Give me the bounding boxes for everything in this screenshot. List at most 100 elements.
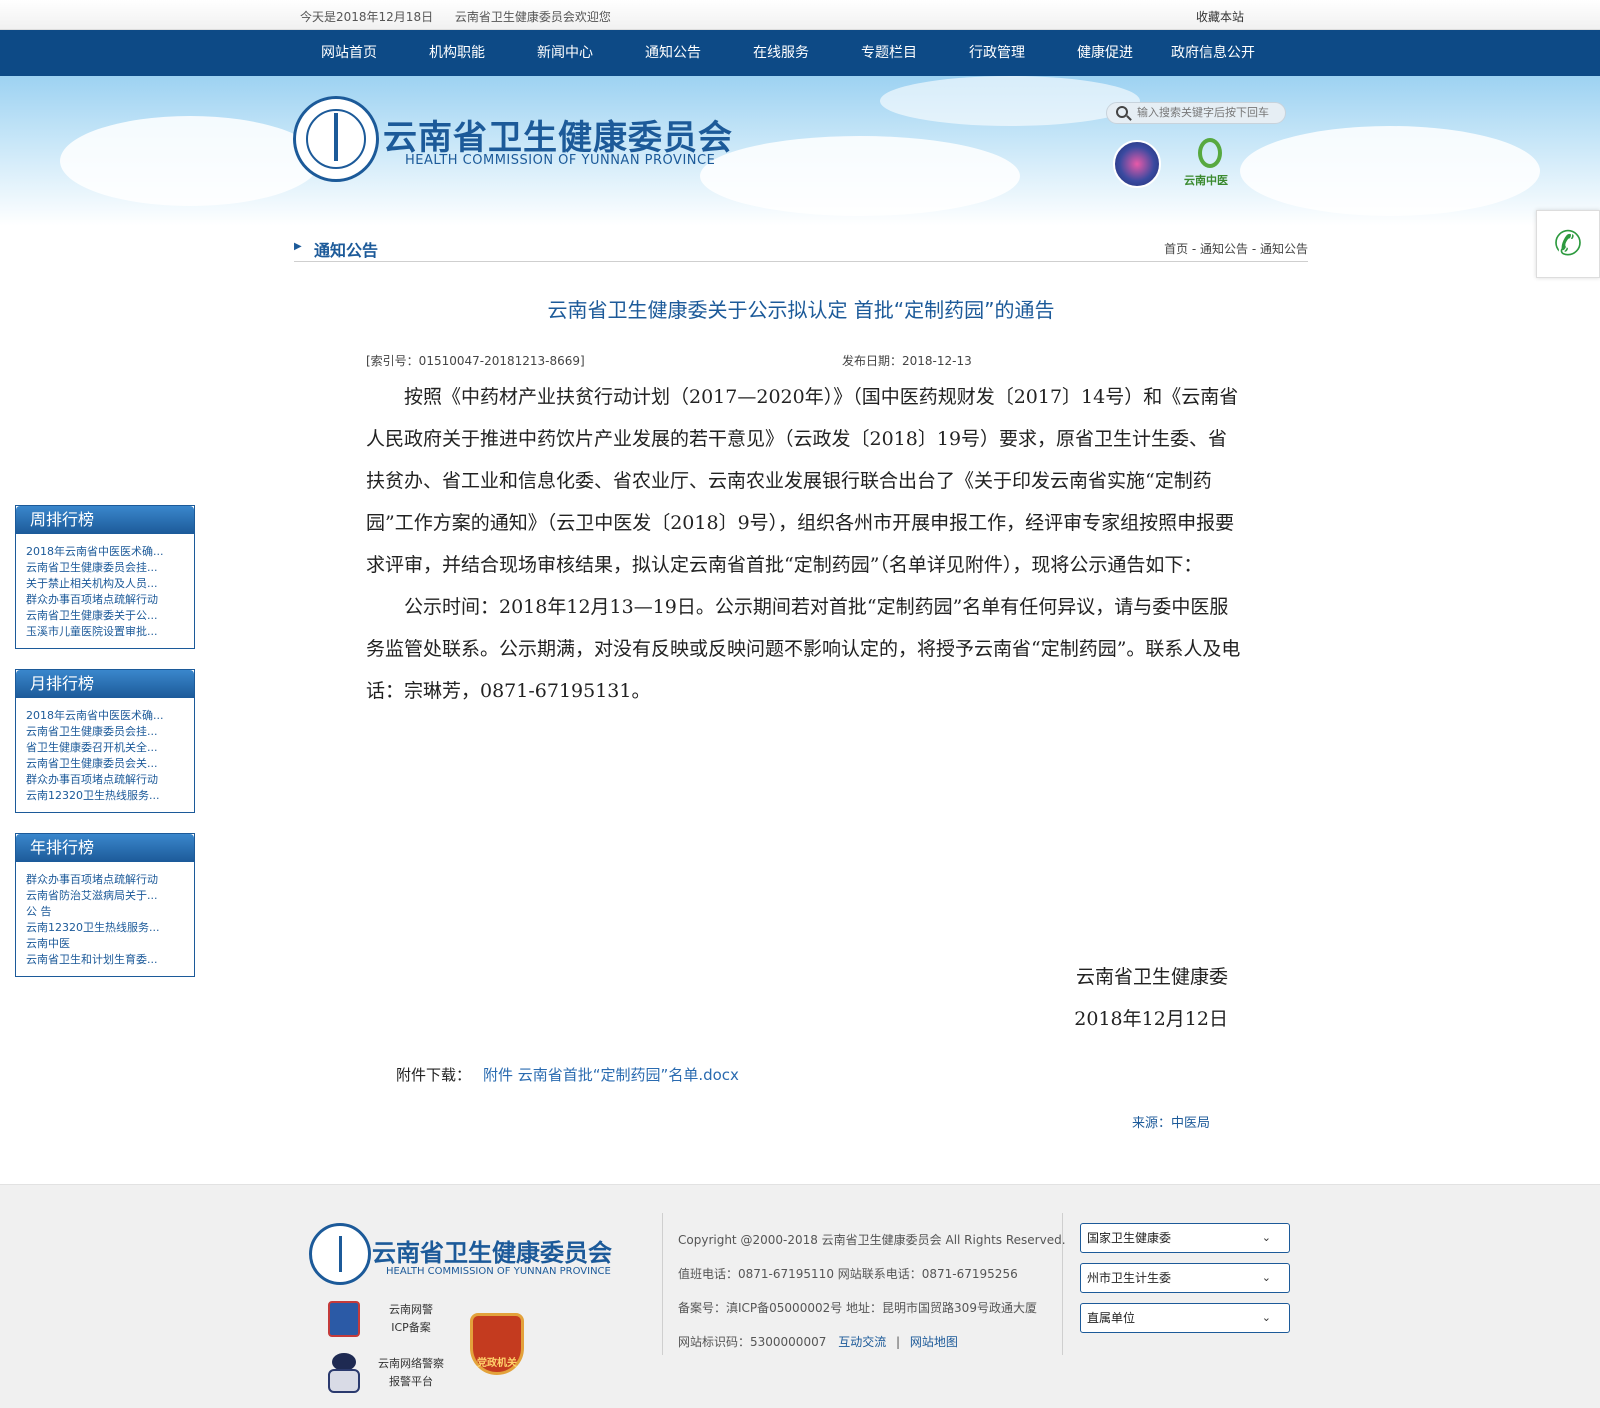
police-report-label-line: 云南网络警察: [378, 1357, 444, 1370]
article-paragraph: 公示时间：2018年12月13—19日。公示期间若对首批“定制药园”名单有任何异…: [366, 596, 1241, 702]
affiliated-units-select[interactable]: 直属单位 ⌄: [1080, 1303, 1290, 1333]
bookmark-link[interactable]: 收藏本站: [1196, 8, 1244, 25]
nav-item-health[interactable]: 健康促进: [1051, 30, 1159, 76]
cloud-decoration: [700, 136, 1020, 216]
footer-links-row: 网站标识码：5300000007 互动交流 | 网站地图: [678, 1333, 958, 1350]
search-icon[interactable]: [1116, 106, 1128, 118]
top-bar: 今天是2018年12月18日 云南省卫生健康委员会欢迎您 收藏本站: [0, 0, 1600, 30]
footer-seal-icon: [309, 1223, 371, 1285]
national-health-select[interactable]: 国家卫生健康委 ⌄: [1080, 1223, 1290, 1253]
chevron-down-icon: ⌄: [1261, 1311, 1271, 1324]
cloud-decoration: [60, 116, 320, 206]
list-item[interactable]: 关于禁止相关机构及人员...: [26, 576, 184, 592]
weekly-ranking: 周排行榜 2018年云南省中医医术确... 云南省卫生健康委员会挂... 关于禁…: [15, 505, 195, 649]
list-item[interactable]: 云南省卫生健康委关于公...: [26, 608, 184, 624]
index-number: [索引号：01510047-20181213-8669]: [366, 354, 585, 368]
breadcrumb[interactable]: 首页 - 通知公告 - 通知公告: [1164, 240, 1308, 257]
article-paragraph: 按照《中药材产业扶贫行动计划（2017—2020年）》（国中医药规财发〔2017…: [366, 386, 1239, 576]
yearly-ranking: 年排行榜 群众办事百项堵点疏解行动 云南省防治艾滋病局关于... 公 告 云南1…: [15, 833, 195, 977]
welcome-text: 云南省卫生健康委员会欢迎您: [454, 10, 611, 24]
list-item[interactable]: 群众办事百项堵点疏解行动: [26, 592, 184, 608]
attachment-label: 附件下载：: [396, 1066, 472, 1084]
health-logo-icon[interactable]: [1113, 140, 1161, 188]
nav-item-home[interactable]: 网站首页: [295, 30, 403, 76]
footer-site-id: 网站标识码：5300000007: [678, 1335, 827, 1349]
list-item[interactable]: 云南中医: [26, 936, 184, 952]
list-item[interactable]: 2018年云南省中医医术确...: [26, 544, 184, 560]
list-item[interactable]: 云南省卫生健康委员会挂...: [26, 724, 184, 740]
monthly-ranking: 月排行榜 2018年云南省中医医术确... 云南省卫生健康委员会挂... 省卫生…: [15, 669, 195, 813]
cloud-decoration: [880, 76, 1140, 126]
footer-icp: 备案号：滇ICP备05000002号 地址：昆明市国贸路309号政通大厦: [678, 1301, 1037, 1315]
cloud-decoration: [1240, 126, 1540, 216]
yunnan-tcm-logo-icon[interactable]: 云南中医: [1180, 138, 1240, 190]
prefecture-health-select[interactable]: 州市卫生计生委 ⌄: [1080, 1263, 1290, 1293]
footer-org-name-en: HEALTH COMMISSION OF YUNNAN PROVINCE: [386, 1266, 611, 1277]
footer-org-name: 云南省卫生健康委员会: [372, 1239, 612, 1267]
cyber-police-label[interactable]: 云南网警 ICP备案: [378, 1301, 444, 1337]
main-nav: 网站首页 机构职能 新闻中心 通知公告 在线服务 专题栏目 行政管理 健康促进 …: [0, 30, 1600, 76]
article-body: 按照《中药材产业扶贫行动计划（2017—2020年）》（国中医药规财发〔2017…: [366, 376, 1246, 712]
breadcrumb-bar: ▶ 通知公告 首页 - 通知公告 - 通知公告: [294, 232, 1308, 262]
list-item[interactable]: 云南12320卫生热线服务...: [26, 788, 184, 804]
footer-phones: 值班电话：0871-67195110 网站联系电话：0871-67195256: [678, 1267, 1018, 1281]
article-source: 来源：中医局: [1132, 1116, 1211, 1131]
list-item[interactable]: 玉溪市儿童医院设置审批...: [26, 624, 184, 640]
section-title: 通知公告: [314, 241, 379, 260]
chevron-down-icon: ⌄: [1261, 1231, 1271, 1244]
nav-item-news[interactable]: 新闻中心: [511, 30, 619, 76]
nav-item-functions[interactable]: 机构职能: [403, 30, 511, 76]
nav-item-topics[interactable]: 专题栏目: [835, 30, 943, 76]
nav-item-gov-info[interactable]: 政府信息公开: [1159, 30, 1267, 76]
yunnan-tcm-text: 云南中医: [1184, 174, 1228, 187]
select-value: 州市卫生计生委: [1087, 1271, 1172, 1285]
today-date: 今天是2018年12月18日: [300, 10, 434, 24]
ranking-title: 月排行榜: [16, 670, 194, 698]
list-item[interactable]: 省卫生健康委召开机关全...: [26, 740, 184, 756]
org-name-en: HEALTH COMMISSION OF YUNNAN PROVINCE: [405, 153, 716, 168]
search-input[interactable]: 输入搜索关键字后按下回车: [1106, 102, 1286, 124]
ranking-title: 年排行榜: [16, 834, 194, 862]
sitemap-link[interactable]: 网站地图: [910, 1335, 958, 1349]
list-item[interactable]: 群众办事百项堵点疏解行动: [26, 872, 184, 888]
site-header: 云南省卫生健康委员会 HEALTH COMMISSION OF YUNNAN P…: [0, 76, 1600, 226]
signer: 云南省卫生健康委: [1075, 966, 1228, 988]
party-gov-badge-icon[interactable]: 党政机关: [470, 1313, 524, 1375]
org-name[interactable]: 云南省卫生健康委员会: [383, 110, 733, 159]
attachment-row: 附件下载： 附件 云南省首批“定制药园”名单.docx: [396, 1064, 739, 1085]
select-value: 国家卫生健康委: [1087, 1231, 1172, 1245]
list-item[interactable]: 2018年云南省中医医术确...: [26, 708, 184, 724]
nav-item-admin[interactable]: 行政管理: [943, 30, 1051, 76]
ranking-title: 周排行榜: [16, 506, 194, 534]
phone-icon[interactable]: ✆: [1536, 210, 1600, 278]
list-item[interactable]: 云南省防治艾滋病局关于...: [26, 888, 184, 904]
site-footer: 云南省卫生健康委员会 HEALTH COMMISSION OF YUNNAN P…: [0, 1184, 1600, 1408]
police-report-icon[interactable]: [324, 1353, 364, 1395]
top-bar-left: 今天是2018年12月18日 云南省卫生健康委员会欢迎您: [300, 8, 629, 25]
org-seal-icon[interactable]: [293, 96, 379, 182]
sign-date: 2018年12月12日: [1074, 1008, 1228, 1030]
nav-item-online-service[interactable]: 在线服务: [727, 30, 835, 76]
cyber-police-icon[interactable]: [328, 1301, 360, 1337]
link-separator: |: [896, 1335, 901, 1349]
police-report-label[interactable]: 云南网络警察 报警平台: [370, 1355, 452, 1391]
attachment-link[interactable]: 附件 云南省首批“定制药园”名单.docx: [483, 1066, 739, 1084]
nav-item-notices[interactable]: 通知公告: [619, 30, 727, 76]
footer-copyright: Copyright @2000-2018 云南省卫生健康委员会 All Righ…: [678, 1233, 1066, 1247]
police-report-label-line: 报警平台: [389, 1375, 433, 1388]
chevron-down-icon: ⌄: [1261, 1271, 1271, 1284]
cyber-police-label-line: 云南网警: [389, 1303, 433, 1316]
list-item[interactable]: 云南省卫生健康委员会关...: [26, 756, 184, 772]
publish-date: 发布日期：2018-12-13: [842, 354, 972, 368]
list-item[interactable]: 云南省卫生健康委员会挂...: [26, 560, 184, 576]
interact-link[interactable]: 互动交流: [838, 1335, 886, 1349]
list-item[interactable]: 公 告: [26, 904, 184, 920]
list-item[interactable]: 群众办事百项堵点疏解行动: [26, 772, 184, 788]
list-item[interactable]: 云南省卫生和计划生育委...: [26, 952, 184, 968]
list-item[interactable]: 云南12320卫生热线服务...: [26, 920, 184, 936]
footer-divider: [662, 1213, 663, 1355]
section-arrow-icon: ▶: [294, 241, 302, 252]
cyber-police-label-line: ICP备案: [391, 1321, 431, 1334]
article-title: 云南省卫生健康委关于公示拟认定 首批“定制药园”的通告: [547, 298, 1055, 322]
select-value: 直属单位: [1087, 1311, 1136, 1325]
